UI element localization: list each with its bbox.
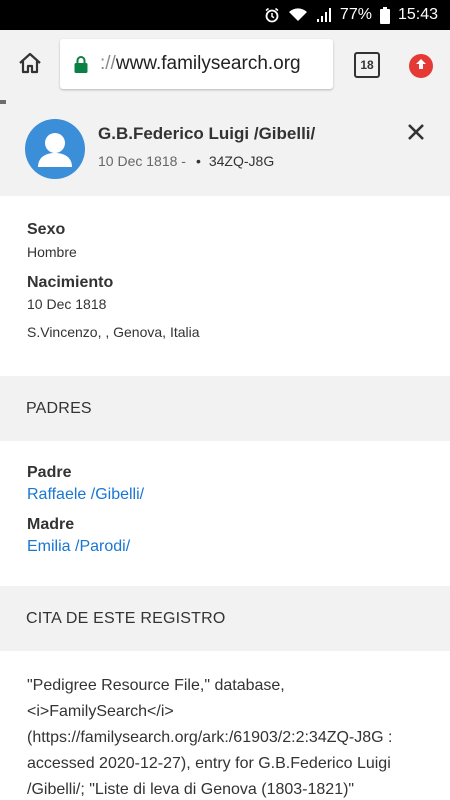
vital-info: Sexo Hombre Nacimiento 10 Dec 1818 S.Vin… xyxy=(0,196,450,376)
page-load-progress xyxy=(0,100,6,104)
person-icon xyxy=(38,133,72,167)
citation-text: "Pedigree Resource File," database, <i>F… xyxy=(27,677,393,798)
mother-link[interactable]: Emilia /Parodi/ xyxy=(27,538,130,556)
citation-section-header: CITA DE ESTE REGISTRO xyxy=(0,586,450,651)
father-link[interactable]: Raffaele /Gibelli/ xyxy=(27,486,144,504)
url-host: www.familysearch.org xyxy=(115,53,301,74)
tab-switcher-button[interactable]: 18 xyxy=(354,52,380,78)
close-icon xyxy=(407,123,425,146)
mother-label: Madre xyxy=(27,516,75,533)
birth-date: 10 Dec 1818 xyxy=(27,296,107,312)
lock-icon xyxy=(74,55,92,73)
home-button[interactable] xyxy=(0,30,60,100)
battery-percent: 77% xyxy=(339,6,372,23)
parents-section-header: PADRES xyxy=(0,376,450,441)
url-scheme: :// xyxy=(100,53,116,74)
meta-separator: • xyxy=(195,153,201,169)
person-lifespan: 10 Dec 1818 - xyxy=(98,153,186,169)
battery-icon xyxy=(379,6,390,24)
person-meta: 10 Dec 1818 - • 34ZQ-J8G xyxy=(98,153,274,169)
arrow-up-icon xyxy=(414,57,428,76)
sex-label: Sexo xyxy=(27,221,66,238)
parents-section-title: PADRES xyxy=(26,400,92,417)
signal-icon xyxy=(316,7,332,23)
person-header: G.B.Federico Luigi /Gibelli/ 10 Dec 1818… xyxy=(0,100,450,196)
status-bar: 77% 15:43 xyxy=(0,0,450,30)
close-button[interactable] xyxy=(402,120,430,148)
person-avatar xyxy=(25,119,85,179)
home-icon xyxy=(17,50,43,81)
person-name: G.B.Federico Luigi /Gibelli/ xyxy=(98,124,316,143)
father-label: Padre xyxy=(27,464,72,481)
birth-label: Nacimiento xyxy=(27,274,114,291)
clock: 15:43 xyxy=(397,6,438,23)
alarm-icon xyxy=(264,7,280,23)
sex-value: Hombre xyxy=(27,244,77,260)
person-id: 34ZQ-J8G xyxy=(208,153,275,169)
citation-section-title: CITA DE ESTE REGISTRO xyxy=(26,610,226,627)
browser-toolbar: :// www.familysearch.org 18 xyxy=(0,30,450,100)
wifi-icon xyxy=(288,7,308,23)
update-button[interactable] xyxy=(409,54,433,78)
address-bar[interactable]: :// www.familysearch.org xyxy=(60,39,333,89)
birth-place: S.Vincenzo, , Genova, Italia xyxy=(27,324,200,340)
